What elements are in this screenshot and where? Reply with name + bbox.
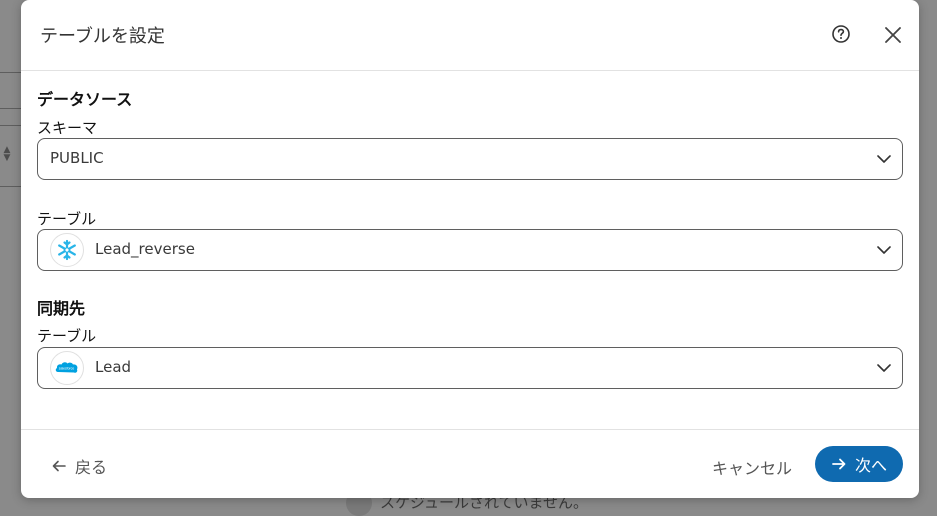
dialog-footer: 戻る キャンセル 次へ [21,429,919,498]
chevron-down-icon [877,246,891,254]
background-divider [0,72,22,73]
section-title-data-source: データソース [37,90,133,109]
cancel-button[interactable]: キャンセル [712,455,792,479]
close-button[interactable] [883,25,903,45]
chevron-down-icon [877,155,891,163]
background-divider [0,125,22,126]
dialog-title: テーブルを設定 [40,26,165,47]
destination-table-select[interactable]: salesforce Lead [37,347,903,389]
destination-table-value: Lead [95,358,132,376]
help-button[interactable] [831,24,851,44]
section-title-destination: 同期先 [37,299,86,318]
source-table-value: Lead_reverse [95,240,195,258]
back-button-label: 戻る [75,458,108,477]
arrow-left-icon [52,460,66,472]
sort-arrows-icon: ▲ ▼ [3,145,11,163]
close-icon [885,27,901,43]
salesforce-logo: salesforce [50,351,84,385]
background-divider [0,108,22,109]
chevron-down-icon [877,364,891,372]
schema-value: PUBLIC [50,149,104,167]
help-circle-icon [832,25,850,43]
back-button[interactable]: 戻る [51,454,107,478]
dialog-header: テーブルを設定 [21,0,919,71]
configure-table-dialog: テーブルを設定 データソース スキーマ PUBLIC テーブル Lead_rev… [21,0,919,498]
schema-select[interactable]: PUBLIC [37,138,903,180]
arrow-right-icon [832,458,846,470]
schema-label: スキーマ [37,119,98,137]
source-table-label: テーブル [37,210,97,228]
source-table-select[interactable]: Lead_reverse [37,229,903,271]
destination-table-label: テーブル [37,327,97,345]
next-button-label: 次へ [854,456,887,475]
snowflake-icon [58,239,76,261]
salesforce-cloud-icon: salesforce [55,362,78,373]
svg-text:salesforce: salesforce [59,367,75,371]
next-button[interactable]: 次へ [815,446,903,482]
background-divider [0,186,22,187]
snowflake-logo [50,233,84,267]
